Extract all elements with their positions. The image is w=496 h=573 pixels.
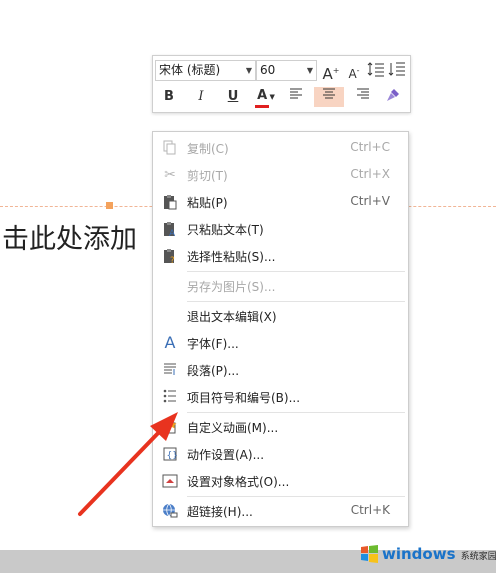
watermark-brand: windows: [382, 545, 456, 563]
watermark-logo: windows 系统家园: [360, 541, 496, 571]
windows-logo-icon: [361, 545, 378, 563]
watermark-suffix: 系统家园: [460, 552, 496, 562]
annotation-arrow: [78, 412, 178, 516]
